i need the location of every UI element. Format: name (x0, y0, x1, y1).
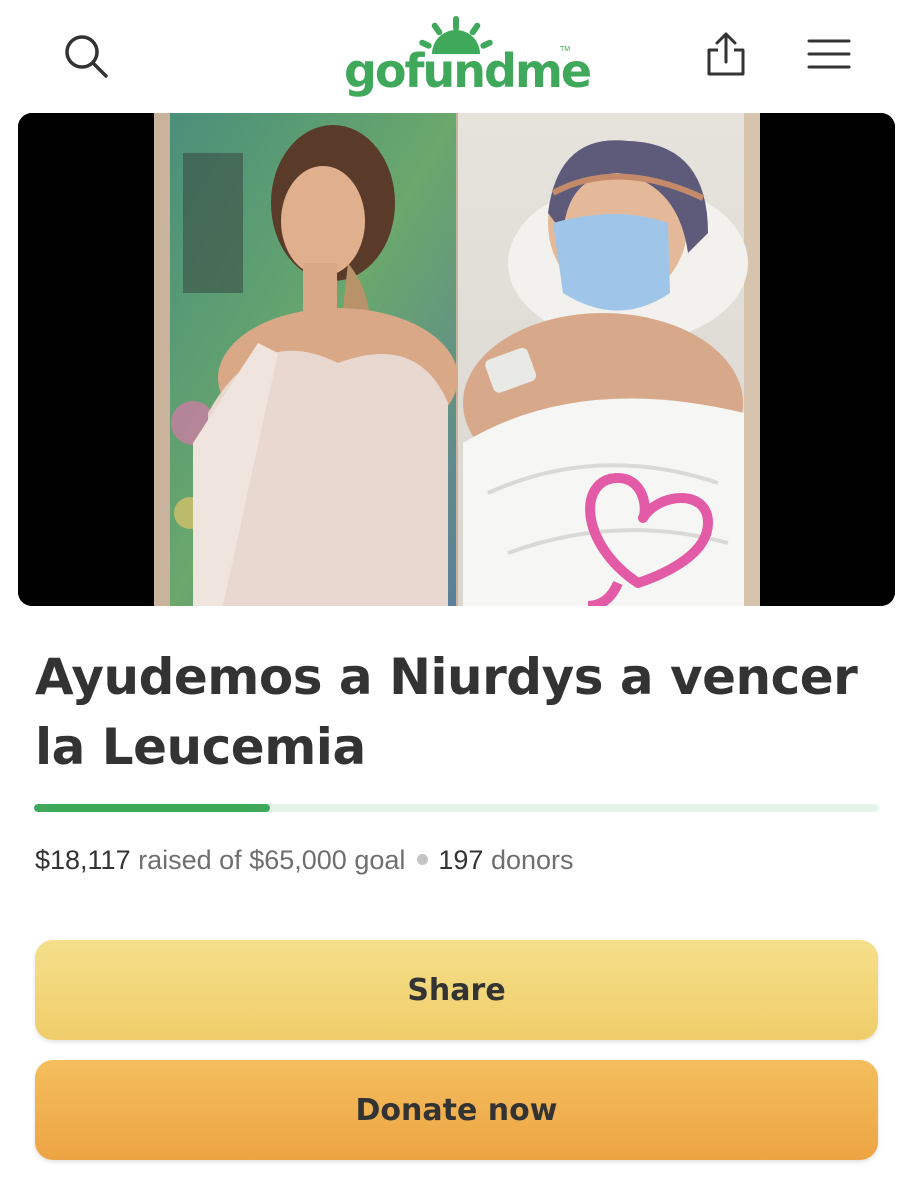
logo-trademark: TM (560, 46, 571, 53)
campaign-photo (18, 113, 895, 606)
goal-amount: $65,000 (249, 845, 347, 875)
menu-button[interactable] (800, 30, 858, 78)
raised-amount: $18,117 (35, 845, 131, 875)
top-nav-bar: gofundme TM (0, 0, 913, 110)
goal-label: goal (354, 845, 406, 875)
progress-bar (34, 804, 879, 812)
logo-wordmark: gofundme (344, 44, 592, 98)
share-upload-button[interactable] (698, 26, 754, 82)
campaign-title: Ayudemos a Niurdys a vencer la Leucemia (35, 648, 858, 776)
hamburger-menu-icon (807, 39, 851, 69)
search-icon (65, 35, 108, 78)
donate-now-button[interactable]: Donate now (35, 1060, 878, 1160)
share-button[interactable]: Share (35, 940, 878, 1040)
gofundme-logo[interactable]: gofundme TM (338, 14, 592, 98)
share-upload-icon (707, 32, 745, 76)
fundraising-stats: $18,117 raised of $65,000 goal 197 donors (35, 845, 574, 876)
campaign-hero-image[interactable] (18, 113, 895, 606)
search-button[interactable] (58, 28, 114, 84)
separator-dot (417, 854, 429, 866)
donor-count: 197 (438, 845, 484, 875)
raised-label: raised of (138, 845, 242, 875)
progress-bar-fill (34, 804, 270, 812)
donors-label: donors (490, 845, 574, 875)
